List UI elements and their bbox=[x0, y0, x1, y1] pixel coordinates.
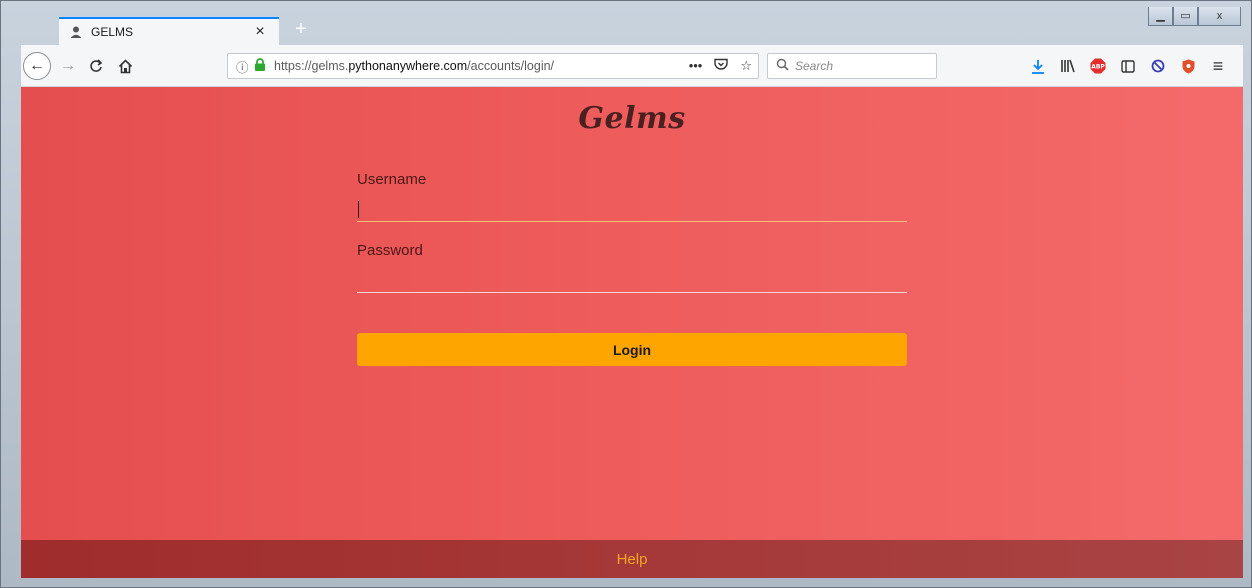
search-icon bbox=[776, 58, 789, 74]
lock-icon bbox=[254, 58, 268, 74]
back-arrow-icon: ← bbox=[29, 57, 45, 74]
forward-button[interactable]: → bbox=[57, 53, 79, 79]
search-placeholder: Search bbox=[795, 59, 834, 73]
home-icon bbox=[118, 58, 132, 73]
page-content: Gelms Username Password Login Help bbox=[21, 87, 1243, 578]
toolbar-icons: ABP ≡ bbox=[1023, 53, 1233, 79]
help-link[interactable]: Help bbox=[617, 551, 648, 568]
forward-arrow-icon: → bbox=[60, 57, 76, 74]
navigation-toolbar: ← → ⓘ https://gelms.pythonanywhere.com/a… bbox=[21, 45, 1243, 87]
login-button[interactable]: Login bbox=[357, 333, 907, 366]
brand-logo: Gelms bbox=[578, 101, 686, 136]
window-controls: ▁ ▭ x bbox=[1148, 7, 1241, 26]
download-icon[interactable] bbox=[1023, 53, 1053, 79]
reload-button[interactable] bbox=[85, 53, 107, 79]
browser-window: GELMS × + ▁ ▭ x ← → ⓘ https://gelms.pyth… bbox=[0, 0, 1252, 588]
back-button[interactable]: ← bbox=[23, 52, 51, 80]
tab-close-icon[interactable]: × bbox=[251, 23, 269, 41]
site-info-icon[interactable]: ⓘ bbox=[236, 57, 250, 76]
shield-icon[interactable] bbox=[1173, 53, 1203, 79]
username-field[interactable] bbox=[357, 196, 907, 222]
bookmark-star-icon[interactable]: ☆ bbox=[740, 58, 752, 74]
library-icon[interactable] bbox=[1053, 53, 1083, 79]
close-window-button[interactable]: x bbox=[1198, 7, 1241, 26]
sidebar-icon[interactable] bbox=[1113, 53, 1143, 79]
password-field[interactable] bbox=[357, 267, 907, 293]
adblock-plus-icon[interactable]: ABP bbox=[1083, 53, 1113, 79]
new-tab-button[interactable]: + bbox=[287, 17, 315, 43]
username-label: Username bbox=[357, 171, 427, 188]
minimize-button[interactable]: ▁ bbox=[1148, 7, 1173, 26]
pocket-icon[interactable] bbox=[714, 58, 729, 74]
block-icon[interactable] bbox=[1143, 53, 1173, 79]
user-favicon-icon bbox=[69, 25, 83, 39]
tab-strip: GELMS × + ▁ ▭ x bbox=[11, 7, 1243, 45]
menu-icon[interactable]: ≡ bbox=[1203, 53, 1233, 79]
home-button[interactable] bbox=[114, 53, 136, 79]
reload-icon bbox=[90, 59, 103, 72]
tab-gelms[interactable]: GELMS × bbox=[59, 17, 279, 45]
username-input[interactable] bbox=[357, 196, 907, 221]
login-form: Username Password bbox=[357, 171, 907, 313]
url-host: pythonanywhere.com bbox=[348, 59, 468, 73]
tab-title: GELMS bbox=[91, 25, 134, 39]
password-label: Password bbox=[357, 242, 423, 259]
maximize-button[interactable]: ▭ bbox=[1173, 7, 1198, 26]
url-path: /accounts/login/ bbox=[467, 59, 555, 73]
page-actions-icon[interactable]: ••• bbox=[689, 58, 703, 74]
text-caret bbox=[358, 201, 359, 218]
password-input[interactable] bbox=[357, 267, 907, 292]
url-text: https://gelms.pythonanywhere.com/account… bbox=[274, 59, 554, 73]
abp-label: ABP bbox=[1091, 64, 1105, 71]
url-prefix: https://gelms. bbox=[274, 59, 349, 73]
footer: Help bbox=[21, 540, 1243, 578]
url-bar[interactable]: ⓘ https://gelms.pythonanywhere.com/accou… bbox=[227, 53, 759, 79]
search-bar[interactable]: Search bbox=[767, 53, 937, 79]
url-bar-actions: ••• ☆ bbox=[689, 58, 752, 74]
